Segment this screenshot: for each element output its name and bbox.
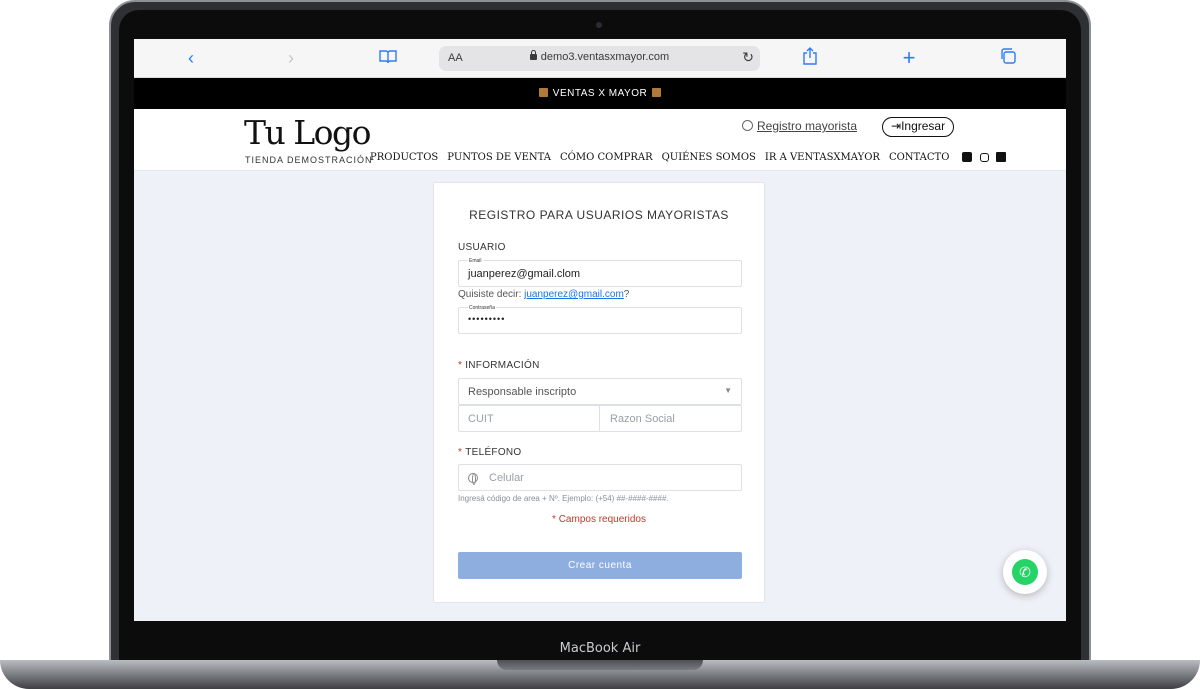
nav-item-contacto[interactable]: CONTACTO [889, 152, 949, 165]
share-icon[interactable] [800, 47, 820, 69]
email-value: juanperez@gmail.clom [468, 268, 581, 280]
email-suggestion: Quisiste decir: juanperez@gmail.com? [458, 289, 630, 300]
social-icons [958, 152, 1006, 165]
package-icon [652, 88, 662, 97]
promo-bar: VENTAS X MAYOR [134, 78, 1066, 109]
email-field[interactable]: Email juanperez@gmail.clom [458, 258, 742, 287]
plus-icon[interactable]: + [899, 47, 919, 69]
reload-icon[interactable]: ↻ [742, 49, 754, 66]
nav-item-quienes-somos[interactable]: QUIÉNES SOMOS [662, 152, 756, 165]
phone-hint: Ingresá código de area + Nº. Ejemplo: (+… [458, 494, 669, 503]
instagram-icon[interactable] [979, 153, 989, 162]
razon-social-input[interactable]: Razon Social [601, 406, 742, 431]
email-label: Email [468, 258, 483, 264]
tax-condition-value: Responsable inscripto [468, 386, 577, 398]
chevron-right-icon[interactable]: › [282, 47, 300, 69]
lock-icon [529, 50, 537, 60]
tabs-icon[interactable] [998, 47, 1018, 69]
nav-item-ir-a-ventasxmayor[interactable]: IR A VENTASXMAYOR [765, 152, 880, 165]
section-usuario: USUARIO [458, 242, 506, 253]
whatsapp-button[interactable]: ✆ [1003, 550, 1047, 594]
screen: ‹ › AA demo3.ventasxmayor.com ↻ + VENTAS… [134, 39, 1066, 621]
phone-placeholder: Celular [489, 472, 524, 484]
tax-condition-select[interactable]: Responsable inscripto ▼ [458, 378, 742, 405]
package-icon [538, 88, 548, 97]
url-text: demo3.ventasxmayor.com [439, 50, 760, 63]
section-telefono: * TELÉFONO [458, 447, 522, 458]
logo-subtitle: TIENDA DEMOSTRACIÓN [245, 155, 373, 165]
youtube-icon[interactable] [995, 152, 1006, 162]
password-field[interactable]: Contraseña ••••••••• [458, 305, 742, 334]
laptop-notch [497, 660, 703, 670]
phone-input[interactable]: Celular [458, 464, 742, 491]
cuit-placeholder: CUIT [468, 413, 494, 425]
password-value: ••••••••• [468, 314, 506, 324]
address-bar[interactable]: AA demo3.ventasxmayor.com ↻ [439, 46, 760, 71]
main-nav: PRODUCTOS PUNTOS DE VENTA CÓMO COMPRAR Q… [370, 152, 1006, 165]
required-note: * Campos requeridos [552, 514, 646, 525]
camera [596, 22, 602, 28]
register-link[interactable]: Registro mayorista [742, 119, 857, 133]
facebook-icon[interactable] [962, 152, 973, 162]
chevron-down-icon: ▼ [724, 386, 732, 395]
create-account-button[interactable]: Crear cuenta [458, 552, 742, 579]
required-asterisk: * [458, 447, 463, 458]
required-asterisk: * [458, 360, 463, 371]
whatsapp-icon: ✆ [1012, 559, 1038, 585]
password-label: Contraseña [468, 305, 496, 311]
nav-item-productos[interactable]: PRODUCTOS [370, 152, 438, 165]
nav-item-puntos-de-venta[interactable]: PUNTOS DE VENTA [447, 152, 551, 165]
chevron-left-icon[interactable]: ‹ [182, 47, 200, 69]
browser-toolbar: ‹ › AA demo3.ventasxmayor.com ↻ + [134, 39, 1066, 78]
form-title: REGISTRO PARA USUARIOS MAYORISTAS [469, 208, 729, 222]
logo[interactable]: Tu Logo [244, 113, 372, 153]
device-label: MacBook Air [559, 641, 641, 656]
nav-item-como-comprar[interactable]: CÓMO COMPRAR [560, 152, 653, 165]
email-suggestion-link[interactable]: juanperez@gmail.com [524, 289, 624, 300]
login-button[interactable]: ⇥Ingresar [882, 117, 955, 137]
section-informacion: * INFORMACIÓN [458, 360, 540, 371]
razon-social-placeholder: Razon Social [610, 413, 675, 425]
site-header: Tu Logo TIENDA DEMOSTRACIÓN Registro may… [134, 109, 1066, 171]
promo-text: VENTAS X MAYOR [552, 88, 648, 99]
login-arrow-icon: ⇥ [891, 119, 902, 133]
globe-icon[interactable] [468, 473, 478, 485]
book-icon[interactable] [377, 47, 399, 69]
cuit-input[interactable]: CUIT [459, 406, 600, 431]
user-icon [742, 120, 753, 131]
cuit-razon-row: CUIT Razon Social [458, 405, 742, 432]
registration-card: REGISTRO PARA USUARIOS MAYORISTAS USUARI… [433, 182, 765, 603]
